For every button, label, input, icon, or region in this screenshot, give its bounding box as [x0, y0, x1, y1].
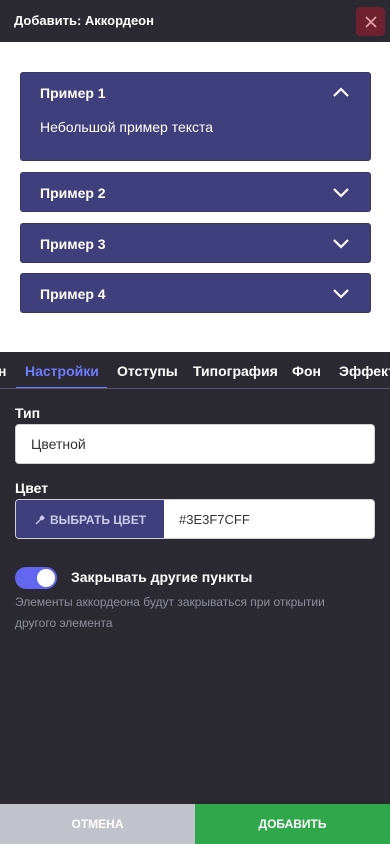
color-label: Цвет — [15, 480, 49, 496]
modal-footer: ОТМЕНА ДОБАВИТЬ — [0, 804, 390, 844]
accordion-item-3[interactable]: Пример 3 — [20, 223, 371, 263]
close-button[interactable] — [356, 7, 385, 36]
accordion-item-title: Пример 4 — [40, 286, 106, 302]
close-others-label: Закрывать другие пункты — [71, 569, 253, 585]
accordion-item-title: Пример 3 — [40, 236, 106, 252]
tab-typography[interactable]: Типография — [193, 363, 278, 379]
tab-background[interactable]: Фон — [292, 363, 321, 379]
add-label: ДОБАВИТЬ — [258, 817, 327, 831]
accordion-item-4[interactable]: Пример 4 — [20, 273, 371, 313]
type-select-value: Цветной — [31, 436, 86, 452]
accordion-item-1[interactable]: Пример 1 Небольшой пример текста — [20, 72, 371, 161]
close-others-help: Элементы аккордеона будут закрываться пр… — [15, 595, 325, 630]
tab-effects[interactable]: Эффекты — [339, 363, 390, 379]
tab-content[interactable]: н — [0, 363, 6, 379]
type-select[interactable]: Цветной — [15, 424, 375, 464]
close-icon — [364, 15, 377, 28]
color-hex-input[interactable]: #3E3F7CFF — [164, 500, 374, 538]
chevron-down-icon — [333, 239, 349, 249]
accordion-item-title: Пример 2 — [40, 185, 106, 201]
accordion-item-title: Пример 1 — [40, 85, 106, 101]
color-picker-row: ВЫБРАТЬ ЦВЕТ #3E3F7CFF — [15, 499, 375, 539]
tab-settings[interactable]: Настройки — [25, 363, 99, 379]
type-label: Тип — [15, 405, 41, 421]
toggle-knob — [37, 569, 55, 587]
pick-color-label: ВЫБРАТЬ ЦВЕТ — [49, 513, 147, 527]
chevron-down-icon — [333, 289, 349, 299]
eyedropper-icon — [35, 515, 45, 525]
accordion-item-body: Небольшой пример текста — [40, 119, 214, 135]
accordion-item-2[interactable]: Пример 2 — [20, 172, 371, 212]
chevron-up-icon — [333, 87, 349, 97]
tab-spacing[interactable]: Отступы — [117, 363, 178, 379]
close-others-toggle[interactable] — [15, 567, 57, 589]
add-button[interactable]: ДОБАВИТЬ — [195, 804, 390, 844]
accordion-preview: Пример 1 Небольшой пример текста Пример … — [0, 42, 390, 352]
modal-title: Добавить: Аккордеон — [14, 13, 154, 28]
settings-tabs: н Настройки Отступы Типография Фон Эффек… — [0, 352, 390, 389]
cancel-button[interactable]: ОТМЕНА — [0, 804, 195, 844]
cancel-label: ОТМЕНА — [71, 817, 124, 831]
settings-panel: Тип Цветной Цвет ВЫБРАТЬ ЦВЕТ #3E3F7CFF … — [0, 389, 390, 804]
chevron-down-icon — [333, 188, 349, 198]
color-hex-value: #3E3F7CFF — [179, 512, 250, 527]
pick-color-button[interactable]: ВЫБРАТЬ ЦВЕТ — [16, 500, 164, 538]
modal-header: Добавить: Аккордеон — [0, 0, 390, 42]
